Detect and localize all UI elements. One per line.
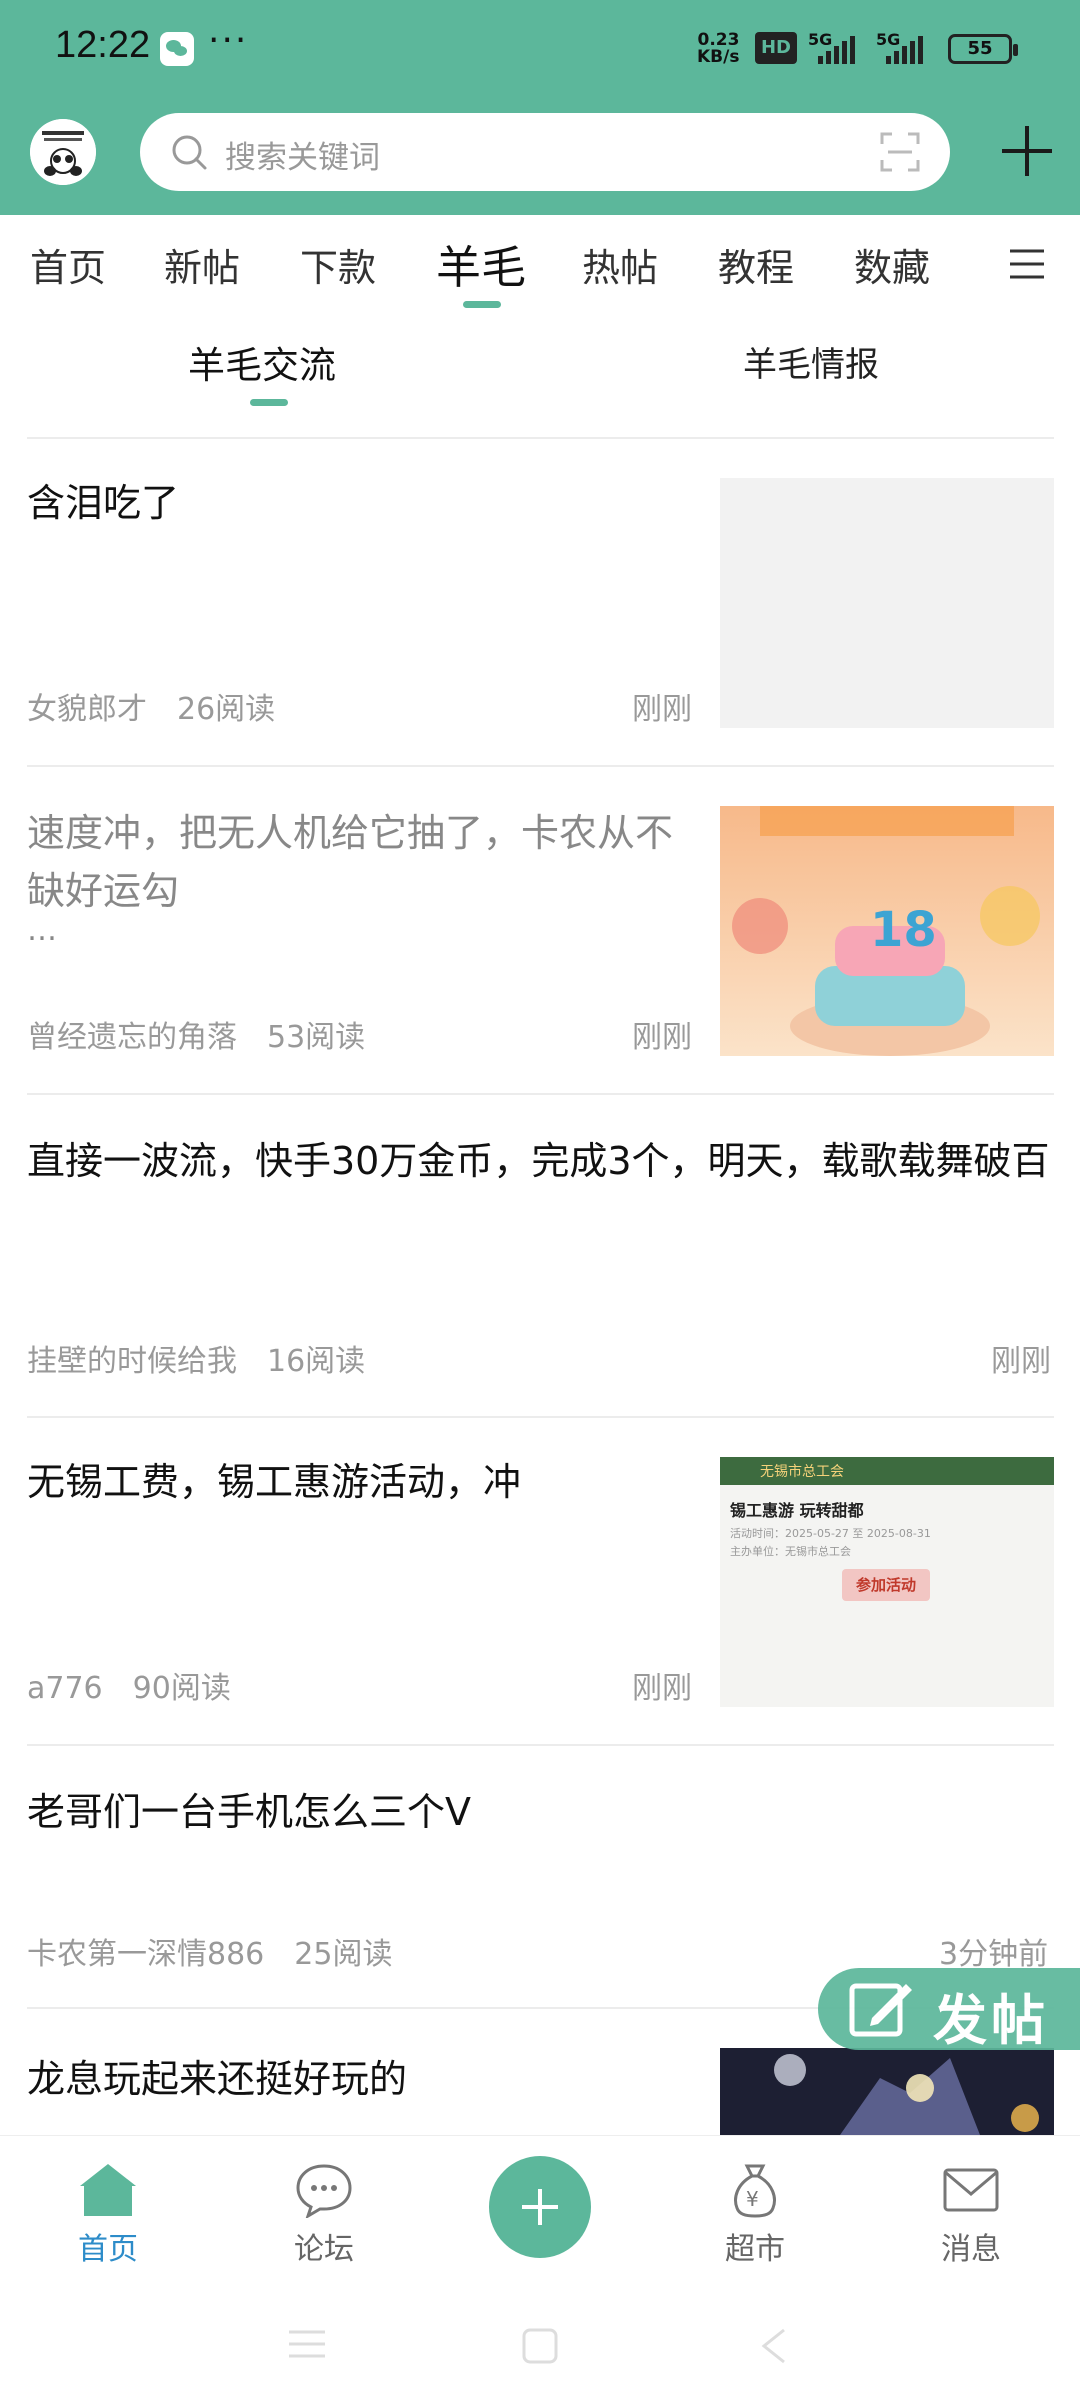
post-item[interactable]: 速度冲，把无人机给它抽了，卡农从不缺好运勾 … 曾经遗忘的角落 53阅读 刚刚 1…	[0, 766, 1080, 1093]
post-author: a776	[27, 1671, 103, 1706]
app-header: 12:22 ··· 0.23 KB/s HD 5G 5G 55 搜索关键词	[0, 0, 1080, 215]
active-subtab-indicator	[250, 399, 288, 406]
post-meta: 卡农第一深情886 25阅读	[27, 1929, 392, 1973]
post-thumbnail[interactable]: 无锡市总工会 锡工惠游 玩转甜都 活动时间：2025-05-27 至 2025-…	[720, 1457, 1054, 1707]
post-author: 挂壁的时候给我	[27, 1344, 237, 1379]
tab-collectibles[interactable]: 数藏	[854, 237, 930, 292]
nav-messages-label: 消息	[941, 2232, 1001, 2267]
post-item[interactable]: 无锡工费，锡工惠游活动，冲 a776 90阅读 刚刚 无锡市总工会 锡工惠游 玩转…	[0, 1417, 1080, 1744]
recent-apps-icon[interactable]	[285, 2326, 329, 2362]
post-meta: 曾经遗忘的角落 53阅读	[27, 1012, 365, 1056]
post-time: 刚刚	[991, 1344, 1051, 1379]
post-title[interactable]: 无锡工费，锡工惠游活动，冲	[27, 1453, 687, 1511]
post-title[interactable]: 龙息玩起来还挺好玩的	[27, 2050, 687, 2108]
svg-text:18: 18	[870, 902, 937, 958]
post-meta: 女貌郎才 26阅读	[27, 684, 275, 728]
post-time: 刚刚	[632, 692, 692, 727]
tab-wool[interactable]: 羊毛	[436, 231, 526, 296]
post-title[interactable]: 老哥们一台手机怎么三个V	[27, 1783, 1057, 1841]
post-time: 3分钟前	[939, 1937, 1049, 1972]
mail-icon	[943, 2168, 999, 2212]
chat-bubble-icon	[296, 2164, 352, 2218]
money-bag-icon: ¥	[734, 2164, 776, 2218]
nav-market[interactable]: ¥ 超市	[695, 2162, 815, 2268]
home-icon	[80, 2164, 136, 2216]
post-thumbnail[interactable]	[720, 2048, 1054, 2135]
nav-home[interactable]: 首页	[48, 2162, 168, 2268]
tab-new-posts[interactable]: 新帖	[164, 237, 240, 292]
post-reads: 53阅读	[267, 1020, 366, 1055]
add-icon[interactable]	[1000, 124, 1054, 178]
post-title[interactable]: 直接一波流，快手30万金币，完成3个，明天，载歌载舞破百	[27, 1132, 1057, 1190]
subtab-wool-exchange[interactable]: 羊毛交流	[188, 335, 336, 389]
svg-text:¥: ¥	[746, 2187, 759, 2211]
post-meta: 挂壁的时候给我 16阅读	[27, 1336, 365, 1380]
tab-downloads[interactable]: 下款	[300, 237, 376, 292]
tab-tutorials[interactable]: 教程	[718, 237, 794, 292]
post-author: 女貌郎才	[27, 692, 147, 727]
user-avatar[interactable]	[30, 119, 96, 185]
bottom-nav: 首页 论坛 ¥ 超市 消息	[0, 2135, 1080, 2400]
post-meta: a776 90阅读	[27, 1663, 231, 1707]
post-title[interactable]: 速度冲，把无人机给它抽了，卡农从不缺好运勾	[27, 804, 687, 920]
signal-bars-1-icon	[818, 36, 855, 64]
category-tabs: 首页 新帖 下款 羊毛 热帖 教程 数藏	[0, 215, 1080, 315]
post-title[interactable]: 含泪吃了	[27, 474, 687, 532]
post-author: 曾经遗忘的角落	[27, 1020, 237, 1055]
post-ellipsis: …	[27, 913, 57, 948]
post-item[interactable]: 含泪吃了 女貌郎才 26阅读 刚刚	[0, 438, 1080, 765]
post-item[interactable]: 直接一波流，快手30万金币，完成3个，明天，载歌载舞破百 挂壁的时候给我 16阅读…	[0, 1094, 1080, 1416]
network-speed: 0.23 KB/s	[697, 30, 740, 67]
search-icon	[172, 135, 207, 170]
center-add-button[interactable]	[489, 2156, 591, 2258]
hd-voice-icon: HD	[755, 32, 797, 64]
battery-icon: 55	[948, 34, 1018, 64]
post-author: 卡农第一深情886	[27, 1937, 265, 1972]
scan-icon[interactable]	[880, 132, 920, 172]
nav-forum[interactable]: 论坛	[264, 2162, 384, 2268]
edit-icon	[849, 1983, 912, 2037]
new-post-button[interactable]: 发帖	[818, 1968, 1080, 2052]
join-activity-button: 参加活动	[842, 1569, 930, 1601]
post-time: 刚刚	[632, 1020, 692, 1055]
post-thumbnail[interactable]: 18	[720, 806, 1054, 1056]
menu-icon[interactable]	[1008, 245, 1046, 283]
nav-forum-label: 论坛	[294, 2232, 354, 2267]
post-thumbnail[interactable]	[720, 478, 1054, 728]
signal-bars-2-icon	[886, 36, 923, 64]
tab-hot[interactable]: 热帖	[582, 237, 658, 292]
nav-messages[interactable]: 消息	[911, 2162, 1031, 2268]
tab-home[interactable]: 首页	[30, 237, 106, 292]
search-input[interactable]: 搜索关键词	[225, 132, 380, 177]
back-icon[interactable]	[758, 2326, 788, 2366]
status-time: 12:22	[55, 24, 151, 66]
nav-market-label: 超市	[725, 2232, 785, 2267]
active-tab-indicator	[463, 301, 501, 308]
post-reads: 25阅读	[294, 1937, 393, 1972]
post-reads: 26阅读	[177, 692, 276, 727]
search-bar[interactable]: 搜索关键词	[140, 113, 950, 191]
post-time: 刚刚	[632, 1671, 692, 1706]
post-reads: 90阅读	[132, 1671, 231, 1706]
subtab-wool-intel[interactable]: 羊毛情报	[743, 337, 879, 386]
more-notifications-icon: ···	[208, 20, 249, 61]
home-button-icon[interactable]	[520, 2326, 560, 2366]
plus-icon	[522, 2189, 558, 2225]
nav-home-label: 首页	[78, 2232, 138, 2267]
sub-tabs: 羊毛交流 羊毛情报	[0, 315, 1080, 437]
post-reads: 16阅读	[267, 1344, 366, 1379]
new-post-label: 发帖	[933, 1989, 1049, 2052]
status-bar: 12:22 ··· 0.23 KB/s HD 5G 5G 55	[0, 0, 1080, 100]
wechat-notification-icon	[160, 32, 194, 66]
